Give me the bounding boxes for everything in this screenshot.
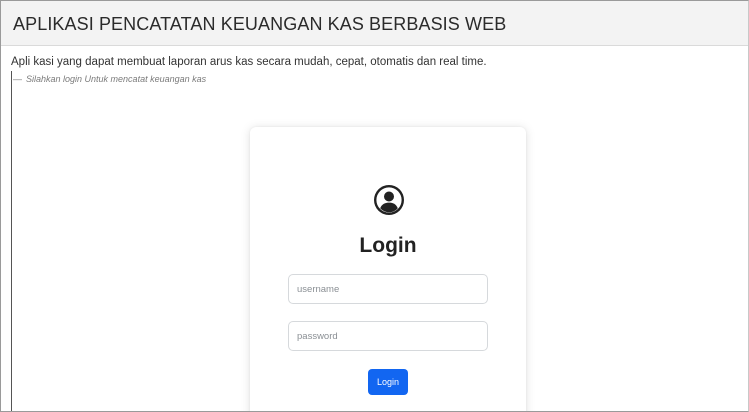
password-input[interactable] [288, 321, 488, 351]
intro-lead-text: Apli kasi yang dapat membuat laporan aru… [11, 56, 487, 68]
footer-dash: — [13, 74, 22, 84]
intro-footer: — Silahkan login Untuk mencatat keuangan … [13, 74, 206, 84]
left-divider [11, 71, 12, 411]
user-circle-icon [374, 185, 404, 215]
login-button[interactable]: Login [368, 369, 408, 395]
login-heading: Login [359, 234, 417, 257]
page-title: APLIKASI PENCATATAN KEUANGAN KAS BERBASI… [13, 14, 507, 34]
footer-text: Silahkan login Untuk mencatat keuangan k… [26, 74, 207, 84]
page-frame: APLIKASI PENCATATAN KEUANGAN KAS BERBASI… [0, 0, 749, 412]
app-header: APLIKASI PENCATATAN KEUANGAN KAS BERBASI… [1, 1, 748, 46]
username-input[interactable] [288, 274, 488, 304]
login-card: Login Login [250, 127, 526, 411]
